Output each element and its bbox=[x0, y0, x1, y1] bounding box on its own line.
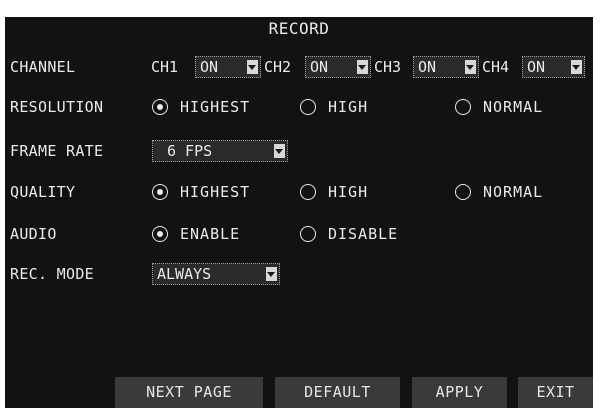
quality-row: QUALITY HIGHEST HIGH NORMAL bbox=[5, 176, 593, 208]
chevron-down-icon bbox=[274, 144, 285, 158]
chevron-down-icon bbox=[266, 267, 277, 281]
frame-rate-label: FRAME RATE bbox=[10, 142, 104, 160]
ch1-label: CH1 bbox=[151, 58, 179, 76]
audio-option-enable[interactable]: ENABLE bbox=[152, 218, 292, 250]
audio-label: AUDIO bbox=[10, 225, 57, 243]
chevron-down-icon bbox=[571, 60, 582, 74]
radio-selected-icon bbox=[152, 226, 168, 242]
resolution-option-normal[interactable]: NORMAL bbox=[455, 91, 585, 123]
channel-label: CHANNEL bbox=[10, 58, 76, 76]
resolution-option-high[interactable]: HIGH bbox=[300, 91, 430, 123]
ch1-value: ON bbox=[200, 58, 219, 76]
resolution-option-highest[interactable]: HIGHEST bbox=[152, 91, 292, 123]
resolution-row: RESOLUTION HIGHEST HIGH NORMAL bbox=[5, 91, 593, 123]
radio-unselected-icon bbox=[300, 99, 316, 115]
exit-button[interactable]: EXIT bbox=[518, 377, 593, 408]
quality-option-highest[interactable]: HIGHEST bbox=[152, 176, 292, 208]
option-label: NORMAL bbox=[483, 183, 544, 201]
radio-unselected-icon bbox=[300, 184, 316, 200]
frame-rate-select[interactable]: 6 FPS bbox=[152, 140, 288, 162]
rec-mode-row: REC. MODE ALWAYS bbox=[5, 258, 593, 290]
resolution-label: RESOLUTION bbox=[10, 98, 104, 116]
quality-option-high[interactable]: HIGH bbox=[300, 176, 430, 208]
radio-unselected-icon bbox=[455, 184, 471, 200]
ch3-select[interactable]: ON bbox=[413, 56, 479, 78]
radio-unselected-icon bbox=[455, 99, 471, 115]
radio-unselected-icon bbox=[300, 226, 316, 242]
page-title: RECORD bbox=[268, 19, 330, 38]
chevron-down-icon bbox=[465, 60, 476, 74]
ch4-select[interactable]: ON bbox=[522, 56, 585, 78]
frame-rate-row: FRAME RATE 6 FPS bbox=[5, 135, 593, 167]
audio-row: AUDIO ENABLE DISABLE bbox=[5, 218, 593, 250]
ch4-label: CH4 bbox=[482, 58, 510, 76]
ch2-value: ON bbox=[310, 58, 329, 76]
option-label: HIGH bbox=[328, 98, 369, 116]
option-label: ENABLE bbox=[180, 225, 241, 243]
option-label: NORMAL bbox=[483, 98, 544, 116]
apply-button[interactable]: APPLY bbox=[412, 377, 507, 408]
quality-option-normal[interactable]: NORMAL bbox=[455, 176, 585, 208]
ch4-value: ON bbox=[527, 58, 546, 76]
rec-mode-value: ALWAYS bbox=[157, 265, 212, 283]
option-label: HIGH bbox=[328, 183, 369, 201]
audio-option-disable[interactable]: DISABLE bbox=[300, 218, 440, 250]
chevron-down-icon bbox=[247, 60, 258, 74]
ch1-select[interactable]: ON bbox=[195, 56, 261, 78]
ch3-value: ON bbox=[418, 58, 437, 76]
chevron-down-icon bbox=[357, 60, 368, 74]
option-label: DISABLE bbox=[328, 225, 399, 243]
quality-label: QUALITY bbox=[10, 183, 76, 201]
rec-mode-label: REC. MODE bbox=[10, 265, 94, 283]
option-label: HIGHEST bbox=[180, 98, 251, 116]
option-label: HIGHEST bbox=[180, 183, 251, 201]
frame-rate-value: 6 FPS bbox=[167, 142, 213, 160]
ch3-label: CH3 bbox=[374, 58, 402, 76]
next-page-button[interactable]: NEXT PAGE bbox=[115, 377, 263, 408]
record-settings-panel: RECORD CHANNEL CH1 ON CH2 ON CH3 ON CH4 … bbox=[5, 17, 593, 408]
ch2-select[interactable]: ON bbox=[305, 56, 371, 78]
default-button[interactable]: DEFAULT bbox=[275, 377, 400, 408]
ch2-label: CH2 bbox=[264, 58, 292, 76]
rec-mode-select[interactable]: ALWAYS bbox=[152, 263, 280, 285]
channel-row: CHANNEL CH1 ON CH2 ON CH3 ON CH4 ON bbox=[5, 51, 593, 83]
radio-selected-icon bbox=[152, 184, 168, 200]
radio-selected-icon bbox=[152, 99, 168, 115]
